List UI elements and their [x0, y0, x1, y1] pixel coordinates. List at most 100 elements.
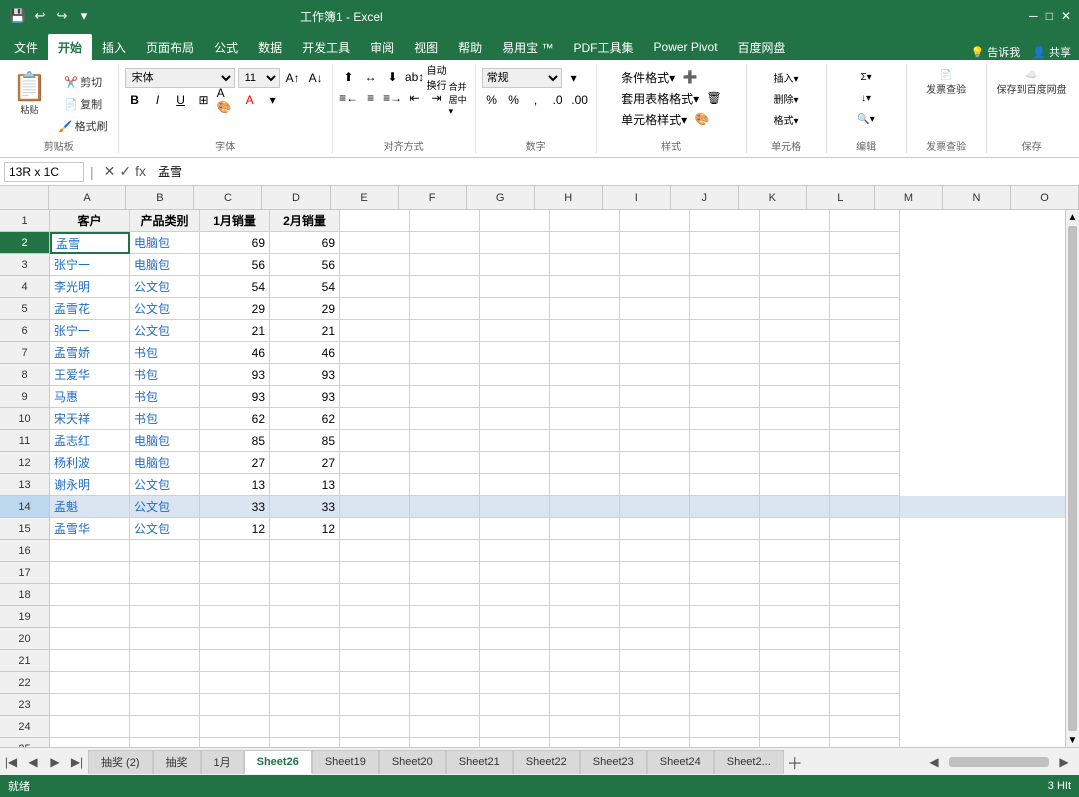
row-header-20[interactable]: 20	[0, 628, 50, 650]
share-btn[interactable]: 👤 共享	[1032, 44, 1071, 60]
cell-I24[interactable]	[620, 716, 690, 738]
formula-input[interactable]	[154, 165, 1075, 179]
cell-J25[interactable]	[690, 738, 760, 747]
cell-J12[interactable]	[690, 452, 760, 474]
cell-A14[interactable]: 孟魁	[50, 496, 130, 518]
cell-G2[interactable]	[480, 232, 550, 254]
cell-F23[interactable]	[410, 694, 480, 716]
cell-B17[interactable]	[130, 562, 200, 584]
cell-H14[interactable]	[550, 496, 620, 518]
cell-H17[interactable]	[550, 562, 620, 584]
cell-D12[interactable]: 27	[270, 452, 340, 474]
cell-D18[interactable]	[270, 584, 340, 606]
cell-A10[interactable]: 宋天祥	[50, 408, 130, 430]
cell-G7[interactable]	[480, 342, 550, 364]
decrease-indent-btn[interactable]: ⇤	[405, 89, 425, 107]
cell-K5[interactable]	[760, 298, 830, 320]
sheet-tab-sheet23[interactable]: Sheet23	[580, 750, 647, 774]
cell-A20[interactable]	[50, 628, 130, 650]
cell-G10[interactable]	[480, 408, 550, 430]
sum-btn[interactable]: Σ▾	[855, 68, 876, 86]
cell-H1[interactable]	[550, 210, 620, 232]
cell-F15[interactable]	[410, 518, 480, 540]
cell-C19[interactable]	[200, 606, 270, 628]
cell-G11[interactable]	[480, 430, 550, 452]
cell-H7[interactable]	[550, 342, 620, 364]
scroll-thumb[interactable]	[1068, 226, 1077, 731]
save-cloud-btn[interactable]: ☁️ 保存到百度网盘	[993, 68, 1071, 98]
col-header-I[interactable]: I	[603, 186, 671, 209]
cell-B10[interactable]: 书包	[130, 408, 200, 430]
cell-C8[interactable]: 93	[200, 364, 270, 386]
cell-G12[interactable]	[480, 452, 550, 474]
cell-J3[interactable]	[690, 254, 760, 276]
col-header-G[interactable]: G	[467, 186, 535, 209]
cell-H8[interactable]	[550, 364, 620, 386]
name-box[interactable]: 13R x 1C	[4, 162, 84, 182]
cell-I7[interactable]	[620, 342, 690, 364]
cell-L22[interactable]	[830, 672, 900, 694]
cell-D9[interactable]: 93	[270, 386, 340, 408]
cell-A9[interactable]: 马惠	[50, 386, 130, 408]
cell-A18[interactable]	[50, 584, 130, 606]
cell-K3[interactable]	[760, 254, 830, 276]
cell-K24[interactable]	[760, 716, 830, 738]
cell-K14[interactable]	[760, 496, 830, 518]
row-header-13[interactable]: 13	[0, 474, 50, 496]
cell-G17[interactable]	[480, 562, 550, 584]
cell-I1[interactable]	[620, 210, 690, 232]
cell-F8[interactable]	[410, 364, 480, 386]
redo-quick-btn[interactable]: ↪	[52, 6, 72, 26]
cell-E13[interactable]	[340, 474, 410, 496]
tab-pdf[interactable]: PDF工具集	[564, 34, 644, 60]
cell-E10[interactable]	[340, 408, 410, 430]
cell-K19[interactable]	[760, 606, 830, 628]
sheet-tab-choujiang[interactable]: 抽奖	[153, 750, 201, 774]
cell-B6[interactable]: 公文包	[130, 320, 200, 342]
cell-H11[interactable]	[550, 430, 620, 452]
cell-F16[interactable]	[410, 540, 480, 562]
cell-A17[interactable]	[50, 562, 130, 584]
cell-G25[interactable]	[480, 738, 550, 747]
tell-me-btn[interactable]: 💡 告诉我	[970, 44, 1020, 60]
cell-J4[interactable]	[690, 276, 760, 298]
cell-C6[interactable]: 21	[200, 320, 270, 342]
row-header-3[interactable]: 3	[0, 254, 50, 276]
cell-H24[interactable]	[550, 716, 620, 738]
row-header-24[interactable]: 24	[0, 716, 50, 738]
cell-F20[interactable]	[410, 628, 480, 650]
cell-L18[interactable]	[830, 584, 900, 606]
tab-file[interactable]: 文件	[4, 34, 48, 60]
horiz-scroll-right[interactable]: ▶	[1053, 751, 1075, 773]
cell-E6[interactable]	[340, 320, 410, 342]
cell-G9[interactable]	[480, 386, 550, 408]
cell-C3[interactable]: 56	[200, 254, 270, 276]
cell-G22[interactable]	[480, 672, 550, 694]
cell-K7[interactable]	[760, 342, 830, 364]
cell-I4[interactable]	[620, 276, 690, 298]
cell-I13[interactable]	[620, 474, 690, 496]
cell-A15[interactable]: 孟雪华	[50, 518, 130, 540]
col-header-O[interactable]: O	[1011, 186, 1079, 209]
cell-E17[interactable]	[340, 562, 410, 584]
cell-L25[interactable]	[830, 738, 900, 747]
cell-D4[interactable]: 54	[270, 276, 340, 298]
cell-K21[interactable]	[760, 650, 830, 672]
cell-F24[interactable]	[410, 716, 480, 738]
cell-J19[interactable]	[690, 606, 760, 628]
cell-L20[interactable]	[830, 628, 900, 650]
cell-C10[interactable]: 62	[200, 408, 270, 430]
col-header-L[interactable]: L	[807, 186, 875, 209]
col-header-D[interactable]: D	[262, 186, 330, 209]
cell-C9[interactable]: 93	[200, 386, 270, 408]
cell-L21[interactable]	[830, 650, 900, 672]
cell-L9[interactable]	[830, 386, 900, 408]
cell-C14[interactable]: 33	[200, 496, 270, 518]
cell-H16[interactable]	[550, 540, 620, 562]
cell-B7[interactable]: 书包	[130, 342, 200, 364]
cell-K15[interactable]	[760, 518, 830, 540]
insert-function-btn[interactable]: fx	[135, 163, 146, 180]
col-header-F[interactable]: F	[399, 186, 467, 209]
cell-K10[interactable]	[760, 408, 830, 430]
cell-E7[interactable]	[340, 342, 410, 364]
